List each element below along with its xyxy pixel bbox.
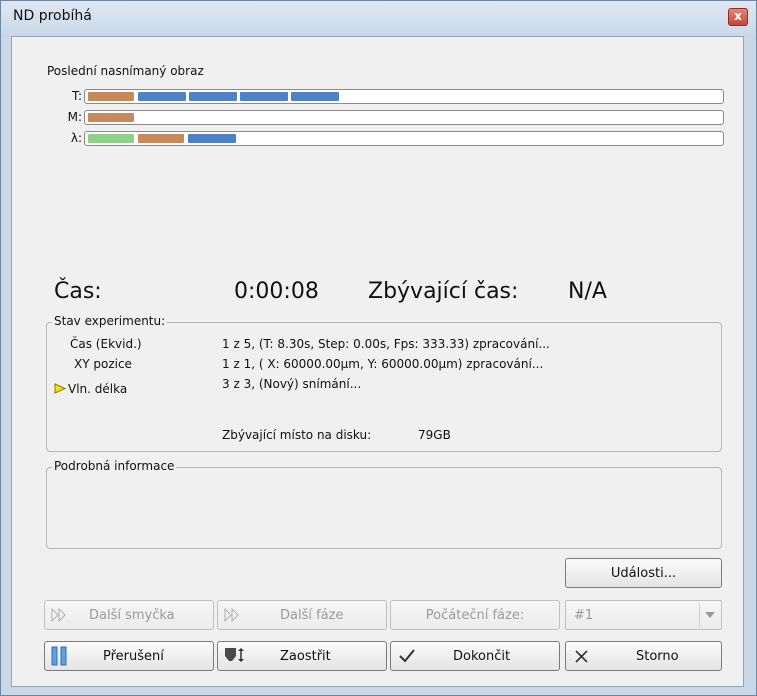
cancel-button[interactable]: Storno <box>565 641 722 671</box>
details-group <box>46 467 722 549</box>
next-loop-button[interactable]: Další smyčka <box>44 600 214 630</box>
row-label-m: M: <box>67 110 82 124</box>
phase-select-value: #1 <box>574 608 594 623</box>
segment <box>138 92 186 101</box>
events-button-label: Události... <box>610 566 677 581</box>
experiment-row-status: 3 z 3, (Nový) snímání... <box>222 377 362 391</box>
segment <box>291 92 339 101</box>
title-bar[interactable]: ND probíhá x <box>1 1 756 35</box>
experiment-row-name: Čas (Ekvid.) <box>70 337 142 351</box>
experiment-row-name: XY pozice <box>74 357 132 371</box>
next-loop-label: Další smyčka <box>89 608 175 623</box>
events-button[interactable]: Události... <box>565 558 722 588</box>
experiment-state-title: Stav experimentu: <box>52 314 168 328</box>
experiment-row-status: 1 z 1, ( X: 60000.00µm, Y: 60000.00µm) z… <box>222 357 544 371</box>
focus-icon <box>225 648 244 662</box>
row-label-lambda: λ: <box>70 131 82 145</box>
progress-track-lambda <box>84 131 724 146</box>
segment <box>88 113 134 122</box>
window-title: ND probíhá <box>13 8 92 24</box>
row-label-t: T: <box>71 89 82 103</box>
focus-button[interactable]: Zaostřit <box>217 641 387 671</box>
cancel-label: Storno <box>636 649 679 664</box>
segment <box>188 134 236 143</box>
chevron-down-icon <box>705 612 715 618</box>
last-image-label: Poslední nasnímaný obraz <box>47 64 204 78</box>
segment <box>88 134 134 143</box>
next-phase-label: Další fáze <box>280 608 344 623</box>
segment <box>240 92 288 101</box>
time-value: 0:00:08 <box>234 279 319 304</box>
pause-icon <box>51 646 67 666</box>
segment <box>189 92 237 101</box>
dialog-client: Poslední nasnímaný obraz T: M: λ: Čas: 0… <box>11 36 744 687</box>
disk-space-value: 79GB <box>418 428 451 442</box>
remaining-time-value: N/A <box>568 279 607 304</box>
focus-label: Zaostřit <box>280 649 331 664</box>
disk-space-label: Zbývající místo na disku: <box>222 428 372 442</box>
close-icon <box>575 650 588 663</box>
experiment-row-name: Vln. délka <box>68 382 128 396</box>
pause-label: Přerušení <box>103 649 164 664</box>
checkmark-icon <box>399 649 415 663</box>
pause-button[interactable]: Přerušení <box>44 641 214 671</box>
skip-forward-icon <box>224 608 239 622</box>
progress-track-t <box>84 89 724 104</box>
finish-label: Dokončit <box>453 649 511 664</box>
time-label: Čas: <box>54 279 102 304</box>
start-phase-button[interactable]: Počáteční fáze: <box>390 600 560 630</box>
next-phase-button[interactable]: Další fáze <box>217 600 387 630</box>
segment <box>88 92 134 101</box>
segment <box>138 134 184 143</box>
phase-select[interactable]: #1 <box>565 600 722 630</box>
skip-forward-icon <box>51 608 66 622</box>
dropdown-arrow[interactable] <box>699 603 719 627</box>
details-title: Podrobná informace <box>52 459 177 473</box>
experiment-row-status: 1 z 5, (T: 8.30s, Step: 0.00s, Fps: 333.… <box>222 337 550 351</box>
remaining-time-label: Zbývající čas: <box>368 279 519 304</box>
current-step-arrow-icon <box>54 383 66 394</box>
dialog-window: ND probíhá x Poslední nasnímaný obraz T:… <box>0 0 757 696</box>
close-button[interactable]: x <box>728 8 748 26</box>
finish-button[interactable]: Dokončit <box>390 641 560 671</box>
progress-track-m <box>84 110 724 125</box>
start-phase-label: Počáteční fáze: <box>425 608 525 623</box>
